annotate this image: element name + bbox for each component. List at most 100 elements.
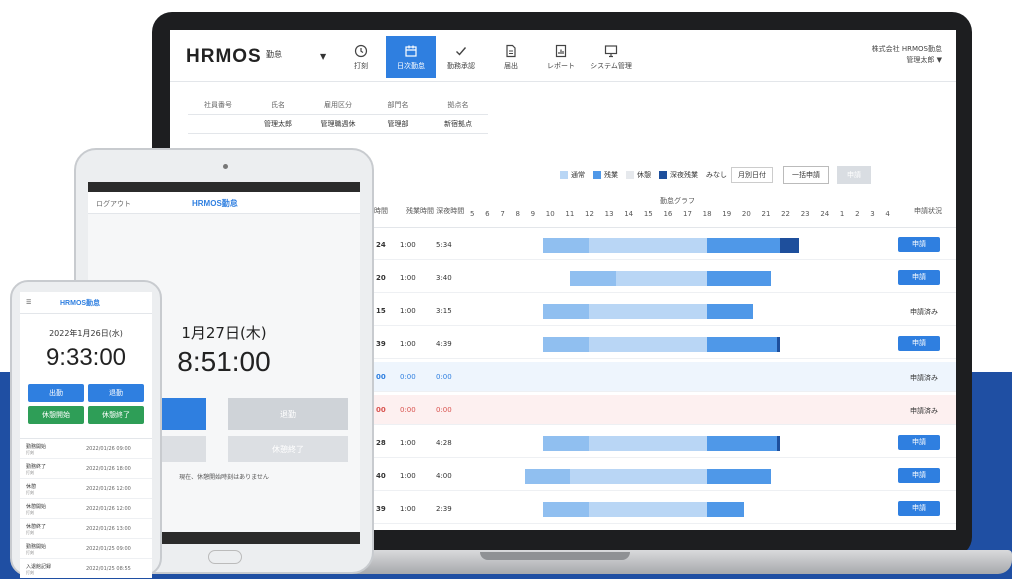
legend-swatch (659, 171, 667, 179)
phone-date: 2022年1月26日(水) (49, 329, 123, 338)
document-icon (504, 44, 518, 58)
hour-tick: 15 (643, 210, 653, 218)
hour-tick: 23 (800, 210, 810, 218)
nav-item-report[interactable]: レポート (536, 36, 586, 78)
punch-source: 打刻 (26, 490, 34, 495)
nav-item-label: システム管理 (590, 61, 632, 70)
punch-history-item[interactable]: 入退館記録 打刻 2022/01/25 08:55 (20, 559, 152, 578)
nav-item-label: 打刻 (354, 61, 368, 70)
request-button[interactable]: 申請 (898, 237, 940, 252)
bar-segment-regular (588, 304, 708, 319)
request-button[interactable]: 申請 (898, 336, 940, 351)
logout-link[interactable]: ログアウト (96, 199, 131, 209)
user-menu[interactable]: 株式会社 HRMOS勤怠 管理太郎 ▼ (872, 44, 942, 66)
info-value-row: 管理太郎 管理職週休 管理部 新宿拠点 (188, 114, 488, 134)
row-day: 15 (376, 307, 386, 315)
clock-out-button[interactable]: 退勤 (228, 398, 348, 430)
legend-label: 休憩 (637, 171, 651, 179)
punch-history-item[interactable]: 休憩 打刻 2022/01/26 12:00 (20, 479, 152, 499)
phone-break-end-button[interactable]: 休憩終了 (88, 406, 144, 424)
legend-label: 通常 (571, 171, 585, 179)
monitor-icon (604, 44, 618, 58)
home-button[interactable] (208, 550, 242, 564)
punch-history-item[interactable]: 勤務終了 打刻 2022/01/26 18:00 (20, 459, 152, 479)
info-cell: 雇用区分 (308, 96, 368, 115)
bar-segment-regular (616, 271, 708, 286)
hour-tick: 21 (761, 210, 771, 218)
hour-tick: 8 (515, 210, 520, 218)
nav-item-label: 勤務承認 (447, 61, 475, 70)
legend-swatch (626, 171, 634, 179)
punch-history-item[interactable]: 勤務開始 打刻 2022/01/26 09:00 (20, 439, 152, 459)
row-worktime: 3:15 (436, 307, 452, 315)
graph-title: 勤怠グラフ (660, 197, 695, 205)
nav-item-check[interactable]: 勤務承認 (436, 36, 486, 78)
punch-history-item[interactable]: 休憩終了 打刻 2022/01/26 13:00 (20, 519, 152, 539)
hour-tick: 9 (530, 210, 536, 218)
legend-select-label: みなし (706, 171, 727, 179)
phone-break-start-button[interactable]: 休憩開始 (28, 406, 84, 424)
punch-history-item[interactable]: 休憩開始 打刻 2022/01/26 12:00 (20, 499, 152, 519)
timesheet-row: 39 1:00 2:39 申請 (370, 494, 956, 524)
graph-legend: 通常 残業 休憩 深夜残業 みなし 月別日付 一括申請 申請 (560, 166, 871, 184)
bulk-apply-button[interactable]: 一括申請 (783, 166, 829, 184)
info-cell: 管理部 (368, 114, 428, 134)
row-overtime: 1:00 (400, 307, 416, 315)
menu-icon[interactable]: ☰ (26, 299, 31, 306)
row-worktime: 4:39 (436, 340, 452, 348)
timesheet-row: 39 1:00 4:39 申請 (370, 329, 956, 359)
hour-tick: 2 (855, 210, 860, 218)
bar-segment-regular (570, 469, 708, 484)
phone-clock-out-button[interactable]: 退勤 (88, 384, 144, 402)
chevron-down-icon[interactable]: ▼ (320, 52, 326, 61)
info-cell: 管理太郎 (248, 114, 308, 134)
punch-source: 打刻 (26, 570, 34, 575)
bar-segment-overtime (707, 436, 777, 451)
phone-clock-in-button[interactable]: 出勤 (28, 384, 84, 402)
apply-button[interactable]: 申請 (837, 166, 871, 184)
row-worktime: 0:00 (436, 406, 452, 414)
request-button[interactable]: 申請 (898, 270, 940, 285)
punch-time: 2022/01/26 09:00 (86, 446, 131, 452)
main-nav: 打刻 日次勤怠 勤務承認 届出 レポート システム管理 (336, 36, 636, 78)
legend-item: 残業 (593, 170, 618, 180)
punch-type: 入退館記録 (26, 564, 52, 570)
info-cell: 新宿拠点 (428, 114, 488, 134)
timesheet-row: 00 0:00 0:00 申請済み (370, 395, 956, 425)
row-overtime: 1:00 (400, 505, 416, 513)
info-cell: 部門名 (368, 96, 428, 115)
bar-segment-regular (588, 436, 708, 451)
request-button[interactable]: 申請 (898, 468, 940, 483)
punch-source: 打刻 (26, 470, 34, 475)
timesheet-row: 40 1:00 4:00 申請 (370, 461, 956, 491)
row-day: 00 (376, 406, 386, 414)
legend-swatch (593, 171, 601, 179)
punch-history-item[interactable]: 勤務開始 打刻 2022/01/25 09:00 (20, 539, 152, 559)
hour-tick: 24 (820, 210, 830, 218)
request-button[interactable]: 申請 (898, 501, 940, 516)
request-button[interactable]: 申請 (898, 435, 940, 450)
nav-item-document[interactable]: 届出 (486, 36, 536, 78)
hour-axis: 5 6 7 8 9 10 11 12 13 14 15 16 17 18 19 20 21 22 23 24 1 2 3 4 (470, 210, 890, 218)
bar-segment-late-night (780, 238, 799, 253)
info-cell: 管理職週休 (308, 114, 368, 134)
phone-screen: ☰ HRMOS勤怠 2022年1月26日(水) 9:33:00 出勤 退勤 休憩… (20, 292, 152, 578)
nav-item-clock[interactable]: 打刻 (336, 36, 386, 78)
nav-item-monitor[interactable]: システム管理 (586, 36, 636, 78)
bar-segment-morning (543, 337, 589, 352)
hour-tick: 6 (485, 210, 490, 218)
break-end-button[interactable]: 休憩終了 (228, 436, 348, 462)
timesheet-row: 20 1:00 3:40 申請 (370, 263, 956, 293)
legend-item: 通常 (560, 170, 585, 180)
date-select[interactable]: 月別日付 (731, 167, 773, 183)
nav-item-label: レポート (547, 61, 575, 70)
hour-tick: 16 (663, 210, 673, 218)
bar-segment-morning (570, 271, 617, 286)
hour-tick: 20 (741, 210, 751, 218)
phone-clock: 9:33:00 (45, 344, 127, 371)
app-logo[interactable]: HRMOS (186, 46, 262, 68)
punch-time: 2022/01/26 12:00 (86, 486, 131, 492)
hour-tick: 11 (565, 210, 575, 218)
camera-icon (223, 164, 228, 169)
nav-item-calendar[interactable]: 日次勤怠 (386, 36, 436, 78)
